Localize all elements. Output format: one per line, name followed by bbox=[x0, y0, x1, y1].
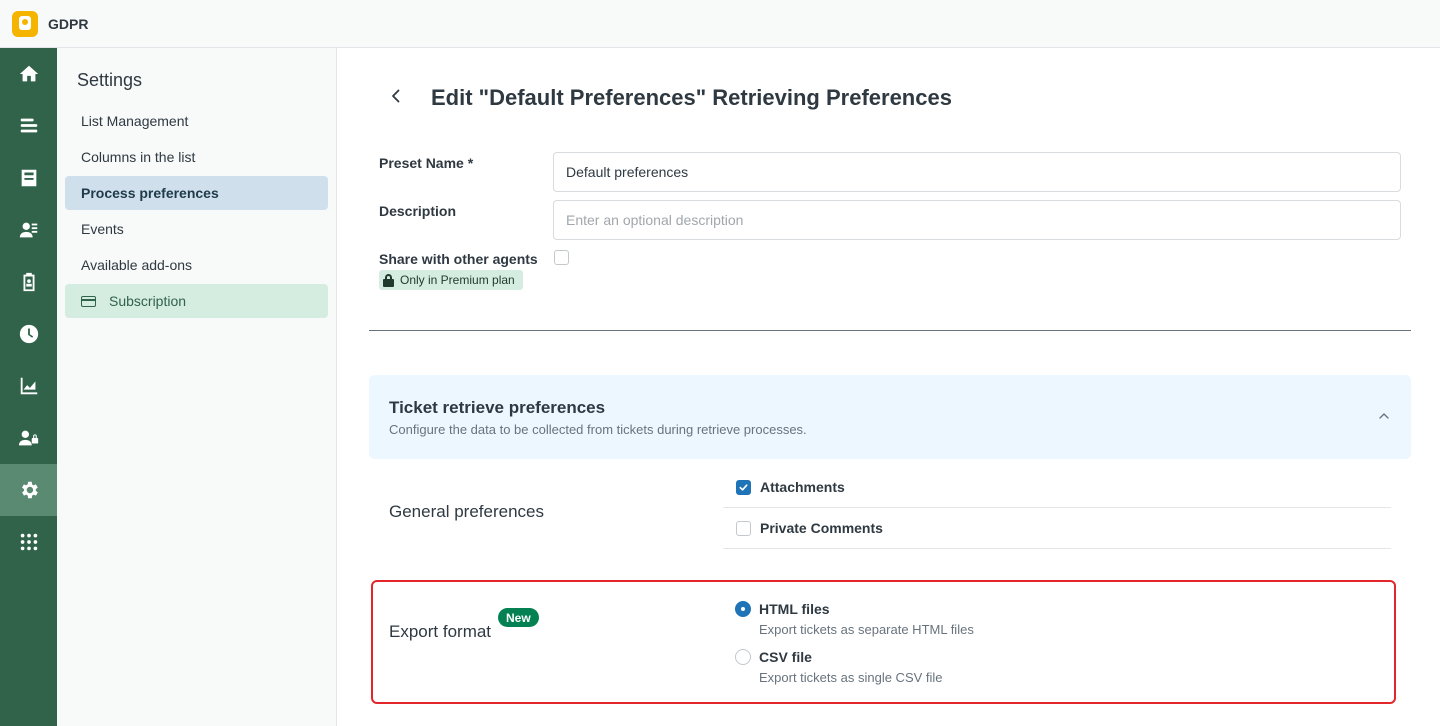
check-icon bbox=[739, 483, 748, 491]
general-preferences-label: General preferences bbox=[389, 502, 544, 521]
clipboard-icon bbox=[23, 272, 34, 292]
nav-home[interactable] bbox=[0, 48, 57, 100]
preset-name-input[interactable] bbox=[553, 152, 1401, 192]
description-label: Description bbox=[379, 203, 457, 219]
option-private-comments[interactable]: Private Comments bbox=[723, 508, 1391, 549]
settings-title: Settings bbox=[77, 70, 143, 90]
nav-history[interactable] bbox=[0, 308, 57, 360]
chevron-left-icon bbox=[392, 89, 400, 103]
preset-name-label: Preset Name * bbox=[379, 155, 474, 171]
app-title: GDPR bbox=[48, 15, 89, 32]
settings-item-events[interactable]: Events bbox=[65, 212, 328, 246]
chevron-up-icon[interactable] bbox=[1377, 409, 1391, 423]
settings-item-label: Subscription bbox=[109, 293, 187, 309]
option-label: Private Comments bbox=[760, 520, 883, 536]
primary-nav bbox=[0, 48, 57, 726]
settings-item-label: Available add-ons bbox=[81, 257, 193, 273]
option-attachments[interactable]: Attachments bbox=[723, 467, 1391, 508]
ticket-preferences-header[interactable]: Ticket retrieve preferences Configure th… bbox=[369, 375, 1411, 459]
settings-item-list-management[interactable]: List Management bbox=[65, 104, 328, 138]
app-logo-icon bbox=[12, 10, 38, 37]
lock-icon bbox=[383, 273, 394, 287]
settings-sidebar: Settings List Management Columns in the … bbox=[57, 48, 337, 726]
nav-clipboard[interactable] bbox=[0, 256, 57, 308]
nav-lists[interactable] bbox=[0, 100, 57, 152]
share-checkbox[interactable] bbox=[554, 250, 569, 265]
section-title: Ticket retrieve preferences bbox=[389, 398, 606, 417]
chart-icon bbox=[20, 377, 37, 395]
settings-item-columns[interactable]: Columns in the list bbox=[65, 140, 328, 174]
settings-item-subscription[interactable]: Subscription bbox=[65, 284, 328, 318]
user-icon bbox=[19, 222, 37, 238]
premium-badge: Only in Premium plan bbox=[379, 270, 523, 290]
nav-users[interactable] bbox=[0, 204, 57, 256]
html-files-radio[interactable] bbox=[735, 601, 751, 617]
option-label: Attachments bbox=[760, 479, 845, 495]
nav-reports[interactable] bbox=[0, 360, 57, 412]
share-label: Share with other agents bbox=[379, 251, 538, 267]
home-icon bbox=[19, 65, 38, 82]
inbox-icon bbox=[21, 169, 36, 187]
settings-item-add-ons[interactable]: Available add-ons bbox=[65, 248, 328, 282]
new-badge: New bbox=[498, 608, 539, 627]
credit-card-icon bbox=[81, 295, 96, 307]
premium-badge-label: Only in Premium plan bbox=[400, 273, 515, 287]
gear-icon bbox=[21, 481, 38, 499]
page-title: Edit "Default Preferences" Retrieving Pr… bbox=[431, 85, 952, 110]
settings-item-label: Events bbox=[81, 221, 124, 237]
description-input[interactable] bbox=[553, 200, 1401, 240]
settings-item-label: Process preferences bbox=[81, 185, 219, 201]
grid-icon bbox=[20, 533, 37, 551]
html-files-hint: Export tickets as separate HTML files bbox=[759, 622, 974, 637]
list-icon bbox=[20, 118, 37, 133]
export-format-label: Export format bbox=[389, 622, 492, 641]
html-files-label[interactable]: HTML files bbox=[759, 601, 830, 617]
settings-item-label: List Management bbox=[81, 113, 189, 129]
settings-item-label: Columns in the list bbox=[81, 149, 196, 165]
export-format-highlight bbox=[371, 580, 1396, 704]
divider bbox=[369, 330, 1411, 331]
nav-agents[interactable] bbox=[0, 412, 57, 464]
settings-item-process-preferences[interactable]: Process preferences bbox=[65, 176, 328, 210]
clock-icon bbox=[19, 324, 38, 344]
private-comments-checkbox[interactable] bbox=[736, 520, 751, 536]
csv-file-hint: Export tickets as single CSV file bbox=[759, 670, 943, 685]
nav-settings[interactable] bbox=[0, 464, 57, 516]
top-bar: GDPR bbox=[0, 0, 1440, 48]
csv-file-radio[interactable] bbox=[735, 649, 751, 665]
back-button[interactable] bbox=[386, 86, 406, 106]
attachments-checkbox[interactable] bbox=[736, 479, 751, 495]
section-subtitle: Configure the data to be collected from … bbox=[389, 422, 807, 437]
user-lock-icon bbox=[18, 430, 38, 446]
csv-file-label[interactable]: CSV file bbox=[759, 649, 812, 665]
nav-tickets[interactable] bbox=[0, 152, 57, 204]
main-content: Edit "Default Preferences" Retrieving Pr… bbox=[338, 48, 1440, 726]
nav-apps[interactable] bbox=[0, 516, 57, 568]
